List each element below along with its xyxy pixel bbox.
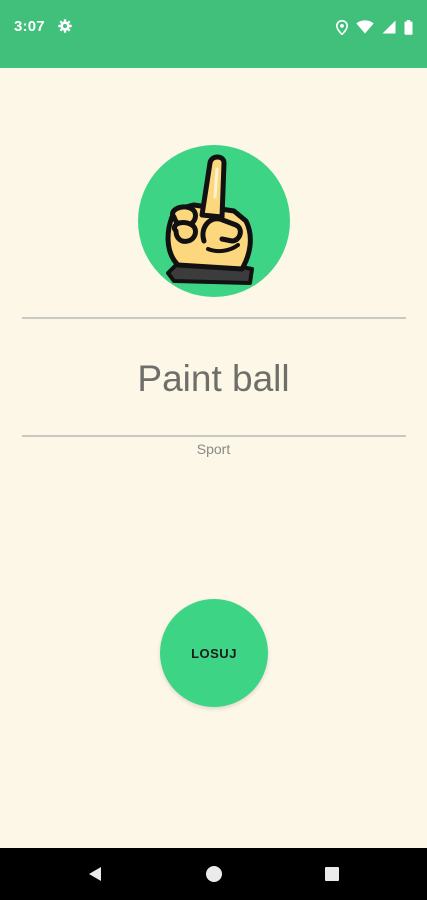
app-logo — [138, 145, 290, 297]
recents-icon[interactable] — [322, 864, 342, 884]
battery-icon — [404, 19, 413, 35]
signal-icon — [382, 20, 396, 34]
home-icon[interactable] — [204, 864, 224, 884]
wifi-icon — [356, 20, 374, 34]
status-bar: 3:07 — [0, 0, 427, 68]
status-time: 3:07 — [14, 18, 45, 35]
result-divider-top — [22, 317, 406, 319]
draw-button[interactable]: LOSUJ — [160, 599, 268, 707]
result-title: Paint ball — [137, 358, 290, 399]
app-screen: 3:07 Paint ball Sport LOSUJ — [0, 0, 427, 900]
result-divider-bottom — [22, 435, 406, 437]
raised-finger-hand-icon — [165, 154, 254, 285]
navigation-bar — [0, 848, 427, 900]
back-icon[interactable] — [85, 864, 105, 884]
location-icon — [336, 19, 348, 35]
result-category: Sport — [196, 441, 231, 457]
gear-icon — [58, 19, 72, 33]
status-icons — [336, 18, 413, 36]
